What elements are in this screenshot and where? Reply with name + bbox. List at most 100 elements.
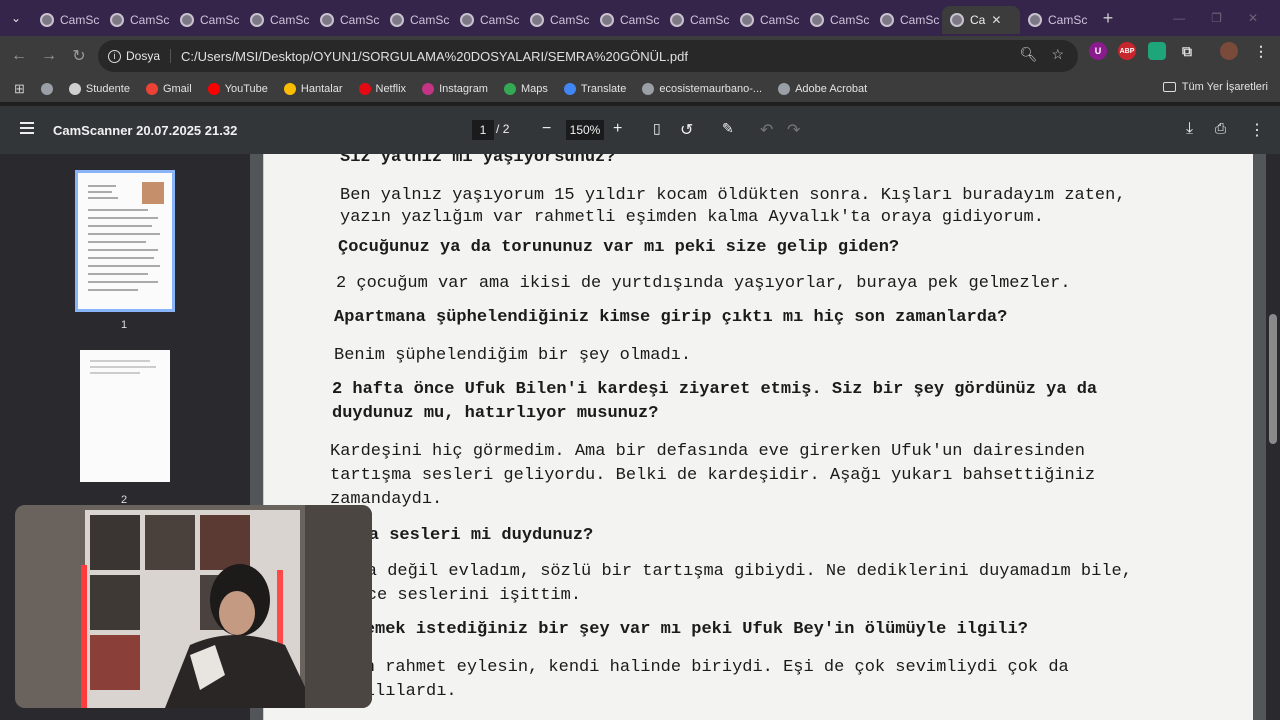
- browser-tab[interactable]: CamSc: [592, 6, 662, 34]
- pdf-toolbar: CamScanner 20.07.2025 21.32 1 / 2 − 150%…: [0, 106, 1280, 154]
- print-icon[interactable]: ⎙: [1215, 120, 1226, 137]
- tab-label: CamSc: [60, 13, 100, 27]
- bookmark-item[interactable]: Maps: [503, 83, 548, 95]
- fit-page-icon[interactable]: ▯: [653, 120, 661, 137]
- more-options-icon[interactable]: ⋮: [1249, 120, 1265, 140]
- browser-menu-icon[interactable]: ⋮: [1252, 42, 1270, 60]
- bookmarks-bar: ⊞ Studente Gmail YouTube Hantalar Netflix Ins…: [0, 76, 1280, 102]
- bookmark-favicon-icon: [422, 83, 435, 95]
- bookmark-label: Adobe Acrobat: [795, 83, 868, 95]
- bookmark-favicon-icon: [145, 83, 158, 95]
- zoom-in-icon[interactable]: +: [613, 120, 622, 138]
- window-controls: — ❐ ✕: [1173, 0, 1280, 36]
- bookmark-star-icon[interactable]: ☆: [1051, 46, 1064, 63]
- new-tab-button[interactable]: +: [1096, 6, 1120, 30]
- tab-label: CamSc: [550, 13, 590, 27]
- answer-line: Ben yalnız yaşıyorum 15 yıldır kocam öld…: [340, 186, 1126, 205]
- bookmark-item[interactable]: ecosistemaurbano-...: [642, 83, 762, 95]
- tab-favicon-icon: [110, 13, 124, 27]
- tab-close-icon[interactable]: ✕: [991, 13, 1001, 27]
- restore-icon[interactable]: ❐: [1211, 11, 1222, 25]
- tab-favicon-icon: [600, 13, 614, 27]
- tab-favicon-icon: [880, 13, 894, 27]
- zoom-magnifier-icon[interactable]: 🔍︎: [1020, 46, 1038, 63]
- bookmark-favicon-icon: [207, 83, 220, 95]
- green-extension-icon[interactable]: [1148, 42, 1166, 60]
- bookmark-label: Maps: [520, 83, 548, 95]
- browser-tab[interactable]: Ca ✕: [942, 6, 1020, 34]
- address-bar[interactable]: i Dosya C:/Users/MSI/Desktop/OYUN1/SORGU…: [98, 40, 1078, 72]
- browser-tab[interactable]: CamSc: [172, 6, 242, 34]
- webcam-overlay: [15, 505, 372, 708]
- bookmark-item[interactable]: Instagram: [422, 83, 488, 95]
- bookmark-favicon-icon: [68, 83, 81, 95]
- tab-favicon-icon: [670, 13, 684, 27]
- browser-tab[interactable]: CamSc: [662, 6, 732, 34]
- tab-label: CamSc: [340, 13, 380, 27]
- bookmark-favicon-icon: [503, 83, 516, 95]
- tab-favicon-icon: [460, 13, 474, 27]
- browser-tab[interactable]: CamSc: [32, 6, 102, 34]
- site-info-chip[interactable]: i Dosya: [108, 49, 172, 63]
- bookmark-item[interactable]: Gmail: [145, 83, 192, 95]
- rotate-icon[interactable]: ↺: [680, 120, 693, 140]
- bookmark-favicon-icon: [283, 83, 296, 95]
- browser-tab[interactable]: CamSc: [242, 6, 312, 34]
- browser-tab[interactable]: CamSc: [872, 6, 942, 34]
- bookmark-globe[interactable]: [40, 83, 53, 95]
- scrollbar-thumb[interactable]: [1269, 314, 1277, 444]
- answer-line: Kardeşini hiç görmedim. Ama bir defasınd…: [330, 442, 1085, 461]
- browser-tab[interactable]: CamSc: [802, 6, 872, 34]
- close-window-icon[interactable]: ✕: [1248, 11, 1258, 25]
- extensions-puzzle-icon[interactable]: ⧉: [1178, 42, 1196, 60]
- browser-toolbar: ← → ↻ i Dosya C:/Users/MSI/Desktop/OYUN1…: [0, 36, 1280, 76]
- browser-tab[interactable]: CamSc: [102, 6, 172, 34]
- url-text[interactable]: C:/Users/MSI/Desktop/OYUN1/SORGULAMA%20D…: [181, 49, 688, 64]
- tab-favicon-icon: [530, 13, 544, 27]
- tab-label: CamSc: [200, 13, 240, 27]
- bookmark-item[interactable]: Adobe Acrobat: [778, 83, 867, 95]
- page-thumbnail-2[interactable]: [80, 350, 170, 482]
- answer-line: Kavga değil evladım, sözlü bir tartışma …: [326, 562, 1132, 581]
- browser-tab[interactable]: CamSc: [732, 6, 802, 34]
- reload-icon[interactable]: ↻: [64, 41, 94, 71]
- bookmark-item[interactable]: Translate: [563, 83, 626, 95]
- annotate-pen-icon[interactable]: ✎: [722, 120, 734, 137]
- bookmark-label: Netflix: [375, 83, 407, 95]
- undo-icon[interactable]: ↶: [760, 120, 773, 140]
- browser-tab[interactable]: CamSc: [522, 6, 592, 34]
- tab-favicon-icon: [390, 13, 404, 27]
- download-icon[interactable]: ⤓: [1186, 120, 1193, 138]
- page-thumbnail-1[interactable]: [75, 170, 175, 312]
- ublock-extension-icon[interactable]: U: [1089, 42, 1107, 60]
- tab-strip: ⌄ CamSc CamSc CamSc CamSc CamSc CamSc CamSc Cam…: [0, 0, 1280, 36]
- menu-hamburger-icon[interactable]: [20, 122, 34, 134]
- page-number-input[interactable]: 1: [472, 120, 494, 140]
- adblock-plus-extension-icon[interactable]: ABP: [1118, 42, 1136, 60]
- profile-avatar[interactable]: [1220, 42, 1238, 60]
- browser-tab[interactable]: CamSc: [382, 6, 452, 34]
- tab-favicon-icon: [40, 13, 54, 27]
- tab-label: CamSc: [620, 13, 660, 27]
- tab-search-chevron-icon[interactable]: ⌄: [0, 0, 32, 36]
- bookmark-item[interactable]: Netflix: [358, 83, 407, 95]
- forward-arrow-icon[interactable]: →: [34, 41, 64, 71]
- bookmark-item[interactable]: YouTube: [207, 83, 268, 95]
- bookmark-item[interactable]: Hantalar: [283, 83, 343, 95]
- browser-tab[interactable]: CamSc: [1020, 6, 1090, 34]
- zoom-level-input[interactable]: 150%: [566, 120, 604, 140]
- redo-icon[interactable]: ↷: [787, 120, 800, 140]
- minimize-icon[interactable]: —: [1173, 11, 1185, 25]
- all-bookmarks-folder[interactable]: Tüm Yer İşaretleri: [1162, 81, 1268, 93]
- back-arrow-icon[interactable]: ←: [4, 41, 34, 71]
- browser-tab[interactable]: CamSc: [312, 6, 382, 34]
- bookmark-label: Gmail: [162, 83, 192, 95]
- zoom-out-icon[interactable]: −: [542, 120, 551, 138]
- bookmark-item[interactable]: Studente: [68, 83, 130, 95]
- bookmark-favicon-icon: [563, 83, 576, 95]
- vertical-scrollbar[interactable]: [1266, 154, 1280, 720]
- answer-line: yazın yazlığım var rahmetli eşimden kalm…: [340, 208, 1044, 227]
- apps-grid-icon[interactable]: ⊞: [14, 81, 25, 97]
- pdf-viewport[interactable]: Siz yalnız mı yaşıyorsunuz? Ben yalnız ya…: [250, 154, 1266, 720]
- browser-tab[interactable]: CamSc: [452, 6, 522, 34]
